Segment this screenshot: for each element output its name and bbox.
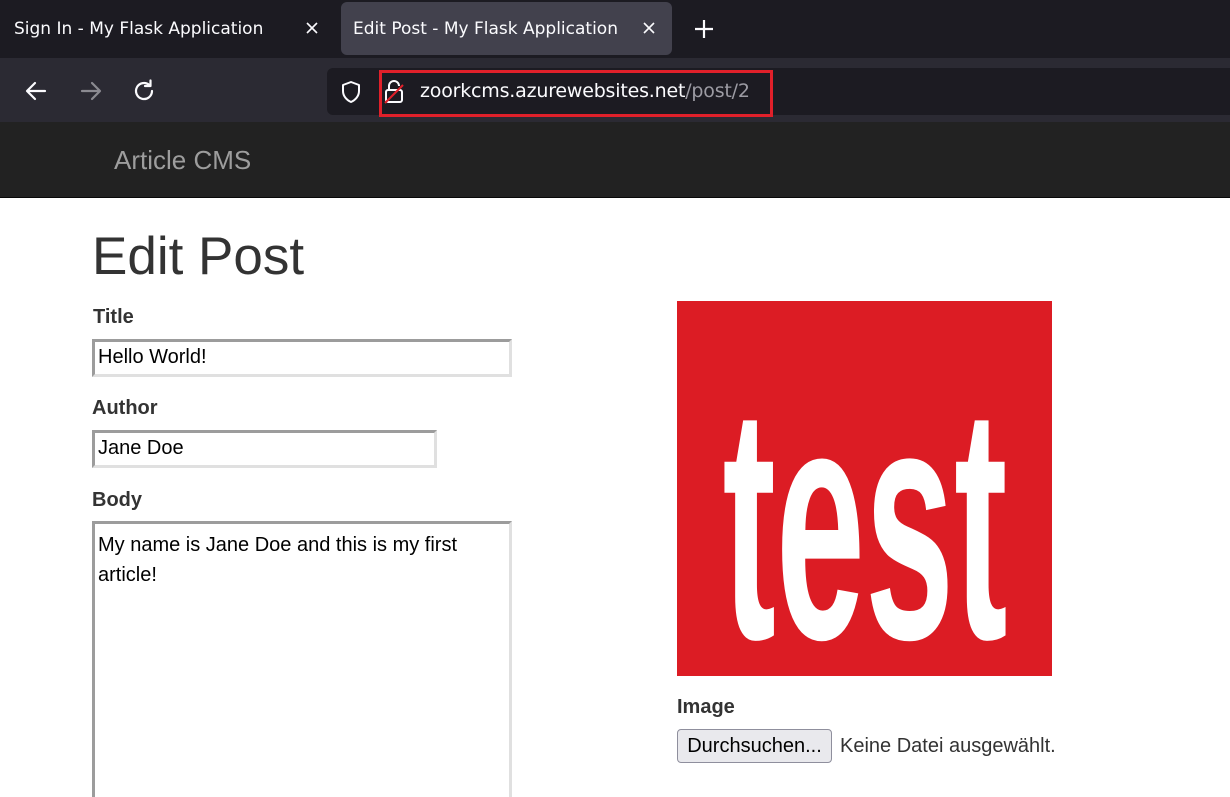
plus-icon[interactable] bbox=[692, 17, 716, 41]
tab-sign-in[interactable]: Sign In - My Flask Application bbox=[0, 2, 335, 55]
image-label: Image bbox=[677, 696, 735, 718]
tab-title: Edit Post - My Flask Application bbox=[353, 18, 618, 39]
back-icon[interactable] bbox=[23, 78, 49, 104]
close-icon[interactable] bbox=[640, 19, 658, 37]
body-textarea[interactable]: My name is Jane Doe and this is my first… bbox=[92, 521, 512, 797]
shield-icon[interactable] bbox=[339, 80, 363, 104]
title-label: Title bbox=[93, 306, 134, 328]
body-label: Body bbox=[92, 489, 142, 511]
page-title: Edit Post bbox=[92, 227, 305, 286]
author-input[interactable]: Jane Doe bbox=[92, 430, 437, 468]
browse-file-button[interactable]: Durchsuchen... bbox=[677, 729, 832, 763]
tab-strip: Sign In - My Flask Application Edit Post… bbox=[0, 0, 1230, 58]
title-input[interactable]: Hello World! bbox=[92, 339, 512, 377]
tab-edit-post[interactable]: Edit Post - My Flask Application bbox=[341, 2, 672, 55]
tab-title: Sign In - My Flask Application bbox=[14, 18, 264, 39]
post-image-text: test bbox=[723, 336, 1008, 676]
post-image: test bbox=[677, 301, 1052, 676]
reload-icon[interactable] bbox=[131, 78, 157, 104]
site-navbar: Article CMS bbox=[0, 122, 1230, 198]
author-label: Author bbox=[92, 397, 158, 419]
file-status-text: Keine Datei ausgewählt. bbox=[840, 735, 1056, 757]
url-highlight-box bbox=[379, 70, 773, 117]
forward-icon[interactable] bbox=[78, 78, 104, 104]
close-icon[interactable] bbox=[303, 19, 321, 37]
brand-link[interactable]: Article CMS bbox=[114, 145, 251, 176]
